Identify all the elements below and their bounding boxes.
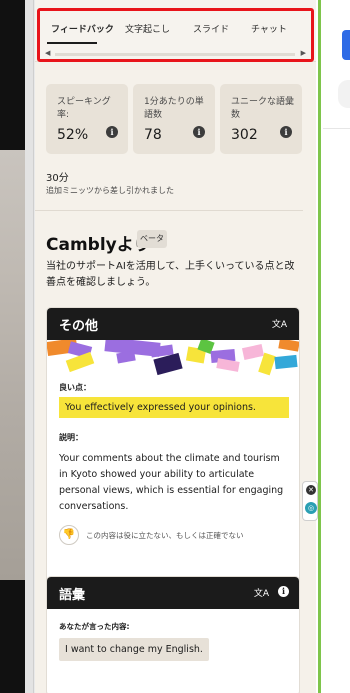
side-chip[interactable] — [338, 80, 350, 108]
good-point-highlight: You effectively expressed your opinions. — [59, 397, 289, 418]
stat-value: 302 — [231, 127, 258, 143]
video-strip — [0, 0, 25, 693]
stat-speaking-rate: スピーキング率: 52% i — [46, 84, 128, 154]
info-icon[interactable]: i — [193, 126, 205, 138]
extension-icon[interactable]: ◎ — [305, 502, 317, 514]
explanation-label: 説明： — [59, 433, 83, 442]
stat-value: 52% — [57, 127, 89, 143]
lesson-duration: 30分 — [46, 173, 69, 184]
translate-icon[interactable]: 文A — [272, 317, 287, 330]
explanation-text: Your comments about the climate and tour… — [59, 453, 284, 512]
floating-widget: ✕ ◎ — [302, 481, 318, 521]
feedback-card-vocabulary: 語彙 文A i あなたが言った内容: I want to change my E… — [46, 576, 300, 693]
stat-value: 78 — [144, 127, 162, 143]
accent-line — [318, 0, 321, 693]
card-header: 語彙 文A i — [47, 577, 299, 609]
stat-label: スピーキング率: — [57, 97, 111, 120]
info-icon[interactable]: i — [278, 586, 289, 597]
card-body: あなたが言った内容: I want to change my English. — [47, 621, 299, 661]
blue-tab[interactable] — [342, 30, 350, 60]
feedback-panel: フィードバック 文字起こし スライド チャット ◀ ▶ スピーキング率: 52%… — [35, 0, 316, 693]
confetti-banner — [47, 340, 299, 378]
stat-label: ユニークな語彙数 — [231, 97, 295, 120]
translate-icon[interactable]: 文A — [254, 586, 269, 599]
close-icon[interactable]: ✕ — [306, 485, 316, 495]
card-title: その他 — [59, 319, 99, 334]
said-text: I want to change my English. — [59, 638, 209, 661]
info-icon[interactable]: i — [280, 126, 292, 138]
feedback-row: 👎 この内容は役に立たない、もしくは正確でない — [59, 525, 287, 547]
card-title: 語彙 — [59, 588, 86, 603]
pane-rule — [323, 128, 350, 129]
panel-divider[interactable] — [25, 0, 34, 693]
section-divider — [35, 210, 303, 211]
stat-words-per-minute: 1分あたりの単語数 78 i — [133, 84, 215, 154]
section-description: 当社のサポートAIを活用して、上手くいっている点と改善点を確認しましょう。 — [46, 261, 295, 288]
stat-label: 1分あたりの単語数 — [144, 97, 204, 120]
feedback-text: この内容は役に立たない、もしくは正確でない — [86, 531, 244, 540]
tab-highlight-box — [37, 8, 314, 62]
duration-note: 追加ミニッツから差し引かれました — [46, 186, 174, 195]
video-feed — [0, 150, 25, 580]
stats-row: スピーキング率: 52% i 1分あたりの単語数 78 i ユニークな語彙数 3… — [46, 84, 304, 154]
section-title: Camblyより — [46, 235, 151, 255]
thumbs-down-icon[interactable]: 👎 — [59, 525, 79, 545]
good-point-label: 良い点： — [59, 383, 91, 392]
info-icon[interactable]: i — [106, 126, 118, 138]
said-label: あなたが言った内容: — [59, 622, 130, 631]
beta-badge: ベータ — [137, 230, 167, 248]
card-body: 良い点： You effectively expressed your opin… — [47, 382, 299, 547]
card-header: その他 文A — [47, 308, 299, 340]
right-pane — [316, 0, 350, 693]
stat-unique-vocabulary: ユニークな語彙数 302 i — [220, 84, 302, 154]
